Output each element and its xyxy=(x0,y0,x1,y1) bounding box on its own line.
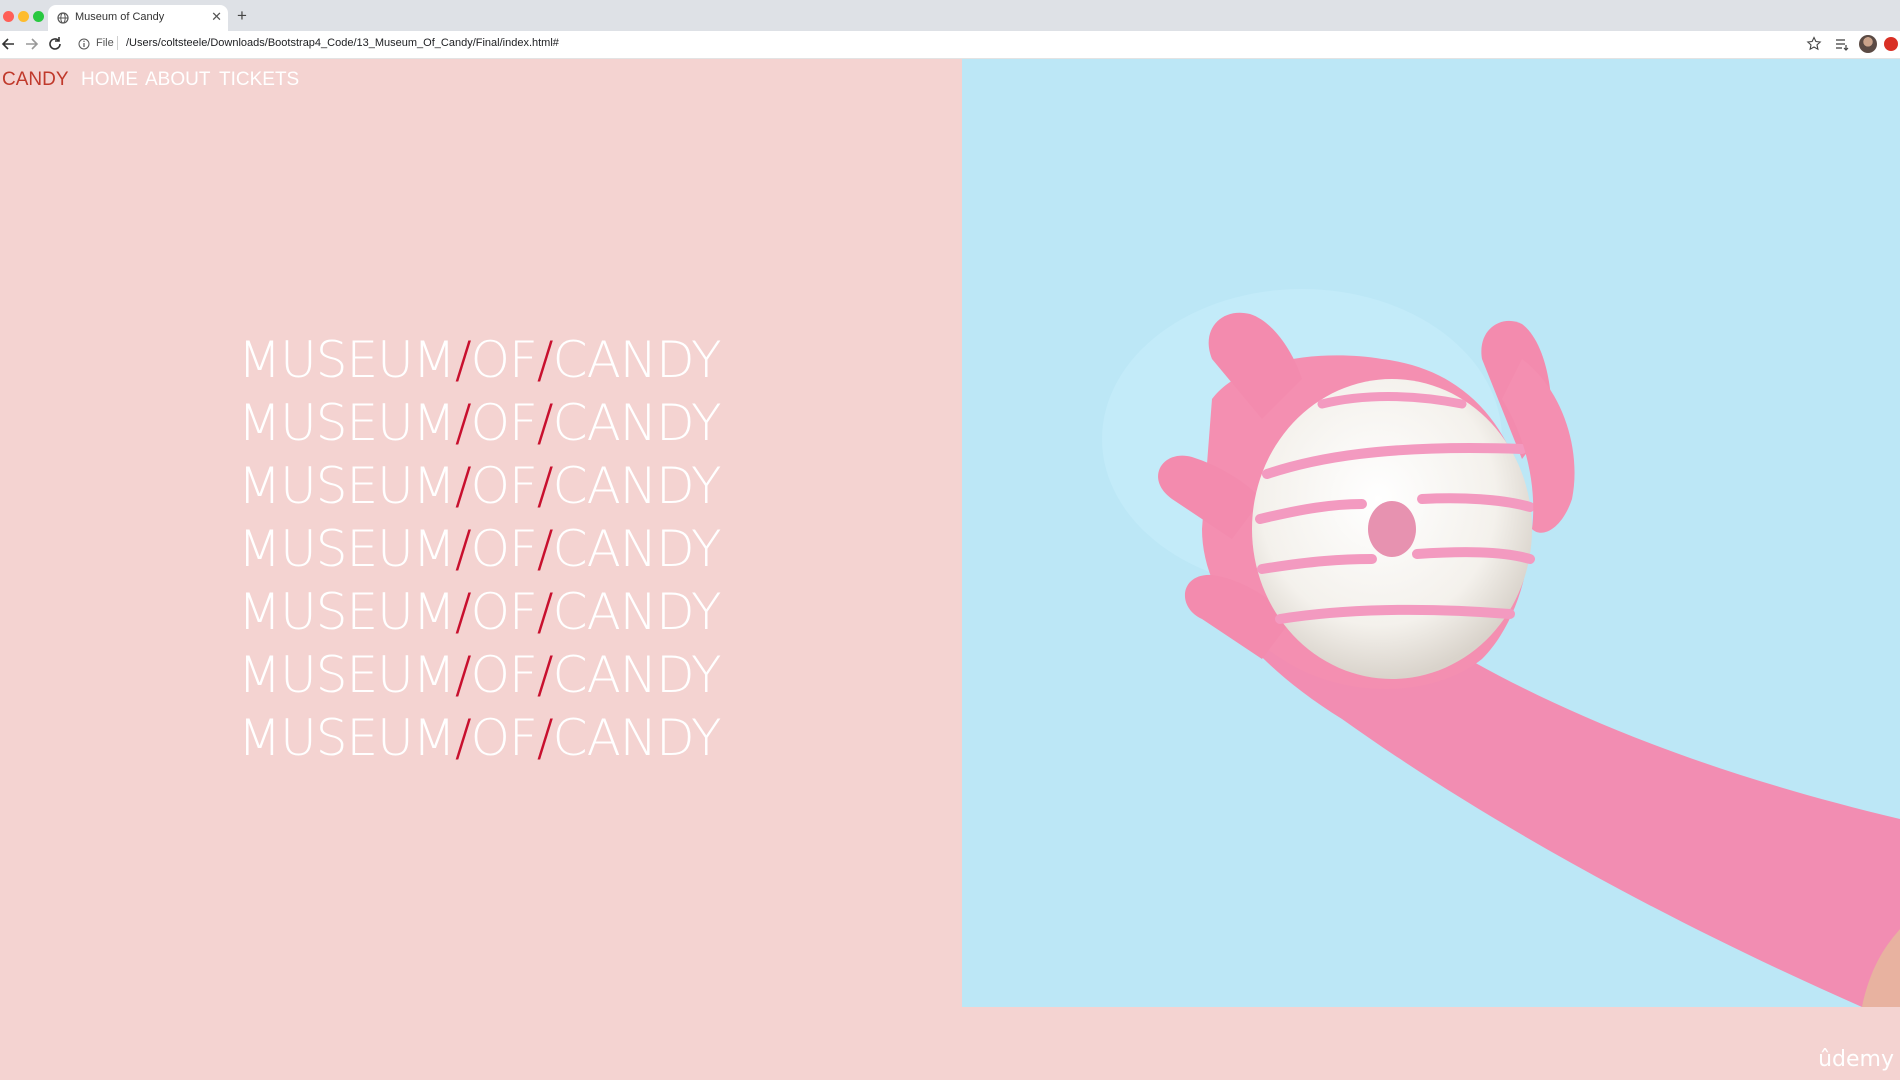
reload-icon[interactable] xyxy=(46,35,64,53)
title-row: MUSEUM/OF/CANDY xyxy=(238,644,722,707)
address-bar[interactable]: /Users/coltsteele/Downloads/Bootstrap4_C… xyxy=(126,37,559,49)
nav-link-about[interactable]: ABOUT xyxy=(145,69,210,91)
title-word: CANDY xyxy=(552,709,722,767)
plus-icon[interactable]: + xyxy=(237,6,247,26)
title-slash: / xyxy=(454,457,472,515)
close-icon[interactable]: ✕ xyxy=(211,9,222,25)
title-slash: / xyxy=(454,583,472,641)
title-slash: / xyxy=(454,646,472,704)
title-word: MUSEUM xyxy=(238,520,456,578)
back-arrow-icon[interactable] xyxy=(0,35,18,53)
title-word: CANDY xyxy=(552,457,722,515)
title-word: MUSEUM xyxy=(238,583,456,641)
udemy-watermark: ûdemy xyxy=(1818,1047,1894,1072)
title-word: CANDY xyxy=(552,520,722,578)
window-maximize-button[interactable] xyxy=(33,11,44,22)
title-word: OF xyxy=(470,646,538,704)
title-slash: / xyxy=(536,457,554,515)
browser-toolbar: File /Users/coltsteele/Downloads/Bootstr… xyxy=(0,31,1900,59)
title-slash: / xyxy=(536,646,554,704)
title-word: OF xyxy=(470,583,538,641)
profile-avatar[interactable] xyxy=(1859,35,1877,53)
title-slash: / xyxy=(536,583,554,641)
title-row: MUSEUM/OF/CANDY xyxy=(238,392,722,455)
forward-arrow-icon[interactable] xyxy=(22,35,40,53)
title-word: OF xyxy=(470,457,538,515)
title-row: MUSEUM/OF/CANDY xyxy=(238,581,722,644)
title-word: CANDY xyxy=(552,646,722,704)
info-icon[interactable] xyxy=(78,38,90,50)
title-word: OF xyxy=(470,394,538,452)
browser-tab-bar: Museum of Candy ✕ + xyxy=(0,0,1900,31)
nav-link-tickets[interactable]: TICKETS xyxy=(219,69,299,91)
title-word: CANDY xyxy=(552,583,722,641)
title-slash: / xyxy=(536,331,554,389)
star-icon[interactable] xyxy=(1806,36,1822,52)
navbar-brand[interactable]: CANDY xyxy=(2,69,69,91)
title-word: OF xyxy=(470,520,538,578)
title-word: CANDY xyxy=(552,331,722,389)
title-word: MUSEUM xyxy=(238,331,456,389)
url-scheme-label: File xyxy=(96,37,114,49)
hero-image xyxy=(962,59,1900,1007)
title-word: MUSEUM xyxy=(238,394,456,452)
title-word: MUSEUM xyxy=(238,646,456,704)
extension-icon[interactable] xyxy=(1884,37,1898,51)
url-divider xyxy=(117,36,118,50)
window-close-button[interactable] xyxy=(3,11,14,22)
nav-link-home[interactable]: HOME xyxy=(81,69,138,91)
title-slash: / xyxy=(454,709,472,767)
hero-title: MUSEUM/OF/CANDY MUSEUM/OF/CANDY MUSEUM/O… xyxy=(238,329,722,770)
reading-list-icon[interactable] xyxy=(1834,36,1850,52)
title-slash: / xyxy=(536,709,554,767)
title-word: OF xyxy=(470,331,538,389)
title-row: MUSEUM/OF/CANDY xyxy=(238,329,722,392)
title-slash: / xyxy=(536,394,554,452)
title-word: MUSEUM xyxy=(238,709,456,767)
title-slash: / xyxy=(454,331,472,389)
window-minimize-button[interactable] xyxy=(18,11,29,22)
browser-tab[interactable]: Museum of Candy ✕ xyxy=(48,5,228,31)
title-slash: / xyxy=(536,520,554,578)
page-content: CANDY HOME ABOUT TICKETS MUSEUM/OF/CANDY… xyxy=(0,59,1900,1080)
title-word: MUSEUM xyxy=(238,457,456,515)
title-slash: / xyxy=(454,520,472,578)
title-word: OF xyxy=(470,709,538,767)
title-row: MUSEUM/OF/CANDY xyxy=(238,455,722,518)
title-row: MUSEUM/OF/CANDY xyxy=(238,518,722,581)
globe-icon xyxy=(57,12,69,24)
title-row: MUSEUM/OF/CANDY xyxy=(238,707,722,770)
title-word: CANDY xyxy=(552,394,722,452)
hand-holding-donut-image xyxy=(1102,289,1900,1007)
tab-title: Museum of Candy xyxy=(75,11,165,23)
title-slash: / xyxy=(454,394,472,452)
